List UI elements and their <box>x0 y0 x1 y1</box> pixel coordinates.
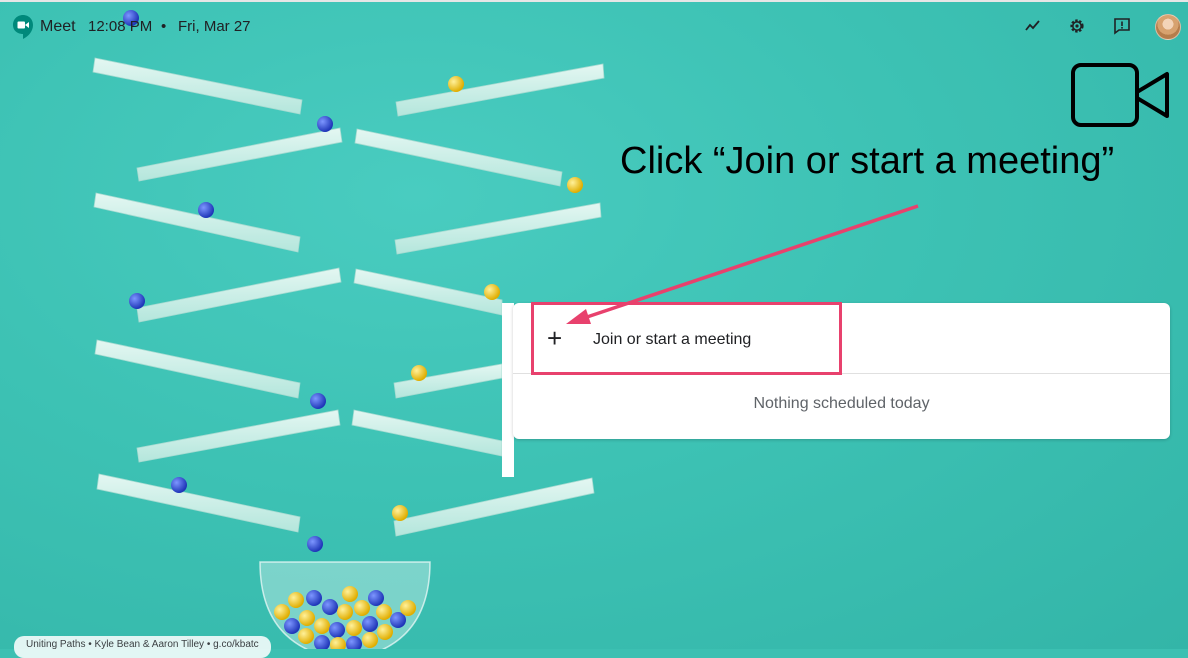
top-bar: Meet 12:08 PM • Fri, Mar 27 <box>0 2 1188 50</box>
feedback-icon[interactable] <box>1112 16 1132 36</box>
gear-icon[interactable] <box>1067 16 1087 36</box>
trend-icon[interactable] <box>1023 16 1043 36</box>
instruction-text: Click “Join or start a meeting” <box>620 140 1115 182</box>
current-date: Fri, Mar 27 <box>178 18 251 35</box>
highlight-box <box>531 302 842 375</box>
empty-schedule-text: Nothing scheduled today <box>753 395 930 412</box>
separator-dot: • <box>161 18 167 35</box>
app-name: Meet <box>40 18 76 35</box>
meet-logo-icon <box>13 15 33 39</box>
current-time: 12:08 PM <box>88 18 153 35</box>
video-camera-icon <box>1071 63 1169 127</box>
avatar[interactable] <box>1155 14 1181 40</box>
artwork-credit[interactable]: Uniting Paths • Kyle Bean & Aaron Tilley… <box>14 636 271 658</box>
